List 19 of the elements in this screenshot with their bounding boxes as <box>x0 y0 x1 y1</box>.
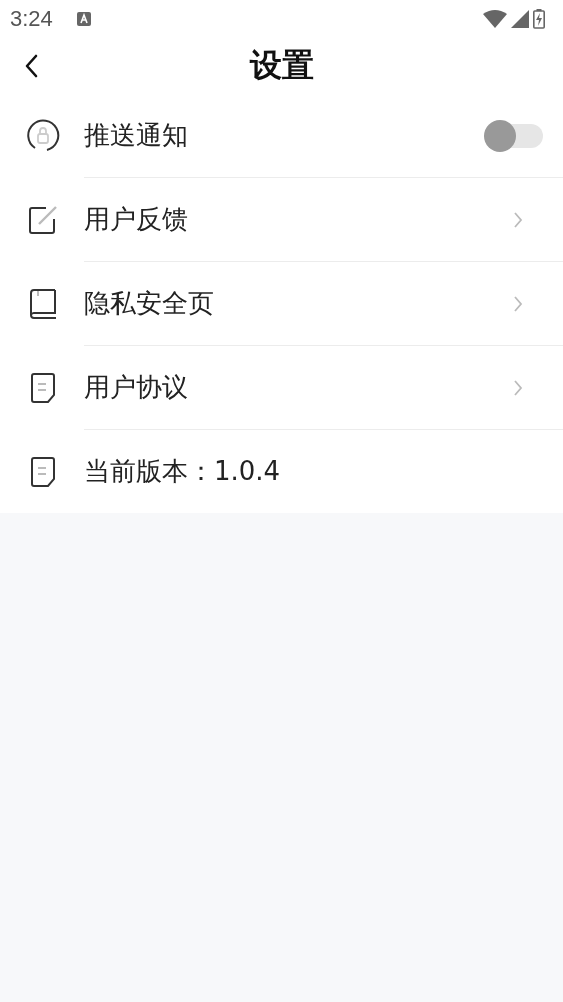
chevron-right-icon <box>513 294 523 313</box>
item-label: 用户协议 <box>84 371 189 404</box>
chevron-right-icon <box>513 378 523 397</box>
wifi-icon <box>483 10 507 28</box>
item-label: 推送通知 <box>84 119 189 152</box>
lock-icon <box>26 118 60 153</box>
battery-icon <box>533 9 545 29</box>
settings-item[interactable]: 隐私安全页 <box>84 261 563 345</box>
item-label: 隐私安全页 <box>84 287 215 320</box>
keyboard-notification-icon <box>76 12 91 26</box>
status-time: 3:24 <box>10 6 53 32</box>
page-title: 设置 <box>249 45 314 86</box>
chevron-right-icon <box>513 210 523 229</box>
settings-item[interactable]: 用户协议 <box>84 345 563 429</box>
item-label: 当前版本：1.0.4 <box>84 455 282 488</box>
signal-icon <box>511 10 529 28</box>
settings-item[interactable]: 推送通知 <box>0 94 563 177</box>
item-label: 用户反馈 <box>84 203 189 236</box>
settings-item[interactable]: 用户反馈 <box>84 177 563 261</box>
